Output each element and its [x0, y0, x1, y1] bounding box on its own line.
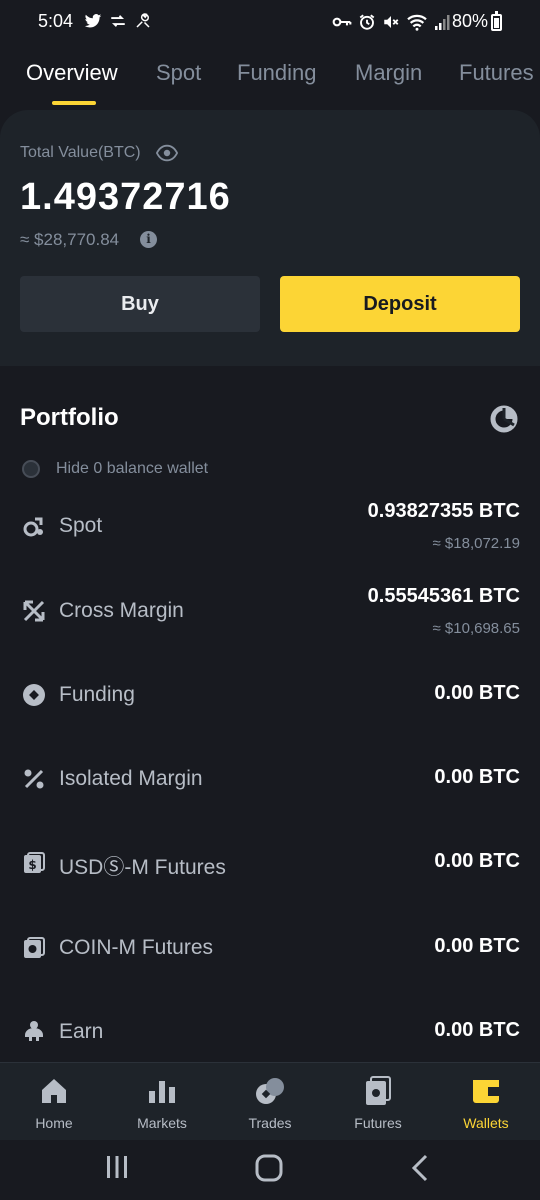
- home-button-icon[interactable]: [255, 1154, 283, 1182]
- status-time: 5:04: [38, 11, 74, 31]
- battery-percent: 80%: [452, 11, 489, 31]
- app-notification-icon: [111, 15, 125, 27]
- active-tab-indicator: [52, 101, 96, 105]
- cross-margin-icon: [23, 600, 45, 622]
- wallet-name: Cross Margin: [59, 599, 184, 622]
- nav-label: Markets: [137, 1115, 187, 1131]
- tab-futures[interactable]: Futures: [459, 60, 534, 86]
- coin-m-futures-icon: [24, 937, 45, 958]
- wallet-row-spot[interactable]: Spot 0.93827355 BTC ≈ $18,072.19: [0, 496, 540, 566]
- mute-icon: [384, 16, 399, 28]
- wallet-usd-balance: ≈ $10,698.65: [432, 620, 520, 637]
- balance-card: Total Value(BTC) 1.49372716 ≈ $28,770.84…: [0, 110, 540, 366]
- nav-markets[interactable]: Markets: [108, 1063, 216, 1141]
- notification-icons: [84, 12, 152, 30]
- usds-m-futures-icon: $: [24, 852, 45, 873]
- bottom-nav: Home Markets Trades Futures Wallets: [0, 1062, 540, 1140]
- status-bar: 5:04 80%: [0, 0, 540, 44]
- spot-icon: [23, 517, 43, 537]
- svg-text:$: $: [28, 858, 36, 872]
- info-icon[interactable]: i: [140, 231, 157, 248]
- tab-spot[interactable]: Spot: [156, 60, 201, 86]
- markets-icon: [149, 1081, 175, 1103]
- wallet-btc-balance: 0.00 BTC: [434, 850, 520, 872]
- trades-icon: [256, 1078, 284, 1104]
- nav-label: Wallets: [463, 1115, 509, 1131]
- earn-icon: [25, 1021, 43, 1041]
- tab-margin[interactable]: Margin: [355, 60, 422, 86]
- key-icon: [332, 17, 352, 27]
- total-value-usd: ≈ $28,770.84: [20, 230, 120, 249]
- wallet-row-cross-margin[interactable]: Cross Margin 0.55545361 BTC ≈ $10,698.65: [0, 581, 540, 651]
- tools-icon: [136, 13, 150, 28]
- wallet-tabs: Overview Spot Funding Margin Futures: [0, 52, 540, 108]
- eye-icon[interactable]: [156, 144, 178, 162]
- nav-label: Futures: [354, 1115, 402, 1131]
- twitter-icon: [84, 14, 102, 28]
- wallet-name: Earn: [59, 1020, 104, 1043]
- wallet-name: COIN-M Futures: [59, 936, 214, 959]
- system-nav-bar: [0, 1140, 540, 1200]
- wallet-btc-balance: 0.00 BTC: [434, 935, 520, 957]
- total-value-btc: 1.49372716: [20, 176, 231, 218]
- alarm-icon: [359, 14, 375, 30]
- futures-icon: [366, 1076, 391, 1105]
- wallet-btc-balance: 0.00 BTC: [434, 766, 520, 788]
- wallet-btc-balance: 0.00 BTC: [434, 1019, 520, 1041]
- nav-label: Trades: [248, 1115, 292, 1131]
- hide-zero-balance-toggle[interactable]: Hide 0 balance wallet: [22, 460, 208, 478]
- battery-fill: [494, 17, 499, 28]
- nav-label: Home: [35, 1115, 73, 1131]
- portfolio-title: Portfolio: [20, 404, 119, 431]
- wallet-row-funding[interactable]: Funding 0.00 BTC: [0, 665, 540, 735]
- wallet-name: Funding: [59, 683, 135, 706]
- battery-icon: [491, 11, 502, 31]
- nav-wallets[interactable]: Wallets: [432, 1063, 540, 1141]
- home-icon: [42, 1079, 66, 1103]
- wallet-name: USDⓈ-M Futures: [59, 856, 226, 879]
- funding-icon: [23, 684, 45, 706]
- hide-zero-radio[interactable]: [22, 460, 40, 478]
- wallet-btc-balance: 0.93827355 BTC: [367, 500, 520, 522]
- hide-zero-label: Hide 0 balance wallet: [56, 460, 209, 477]
- tab-funding[interactable]: Funding: [237, 60, 317, 86]
- recent-apps-icon[interactable]: [105, 1154, 129, 1180]
- wallet-name: Isolated Margin: [59, 767, 203, 790]
- wallet-usd-balance: ≈ $18,072.19: [432, 535, 520, 552]
- wallet-row-isolated-margin[interactable]: Isolated Margin 0.00 BTC: [0, 749, 540, 819]
- nav-futures[interactable]: Futures: [324, 1063, 432, 1141]
- wallet-icon: [473, 1080, 499, 1103]
- nav-home[interactable]: Home: [0, 1063, 108, 1141]
- back-icon[interactable]: [410, 1154, 430, 1182]
- signal-icon: [435, 15, 450, 30]
- isolated-margin-icon: [24, 769, 44, 789]
- wallet-name: Spot: [59, 514, 103, 537]
- deposit-button[interactable]: Deposit: [280, 276, 520, 332]
- total-value-label: Total Value(BTC): [20, 144, 141, 161]
- wallet-btc-balance: 0.55545361 BTC: [367, 585, 520, 607]
- system-status-icons: [332, 13, 450, 31]
- wallet-row-coin-m-futures[interactable]: COIN-M Futures 0.00 BTC: [0, 918, 540, 988]
- buy-button[interactable]: Buy: [20, 276, 260, 332]
- pie-chart-icon[interactable]: [490, 405, 518, 433]
- wallet-btc-balance: 0.00 BTC: [434, 682, 520, 704]
- wifi-icon: [407, 14, 427, 31]
- tab-overview[interactable]: Overview: [26, 60, 118, 86]
- wallet-row-usds-m-futures[interactable]: $ USDⓈ-M Futures 0.00 BTC: [0, 833, 540, 903]
- nav-trades[interactable]: Trades: [216, 1063, 324, 1141]
